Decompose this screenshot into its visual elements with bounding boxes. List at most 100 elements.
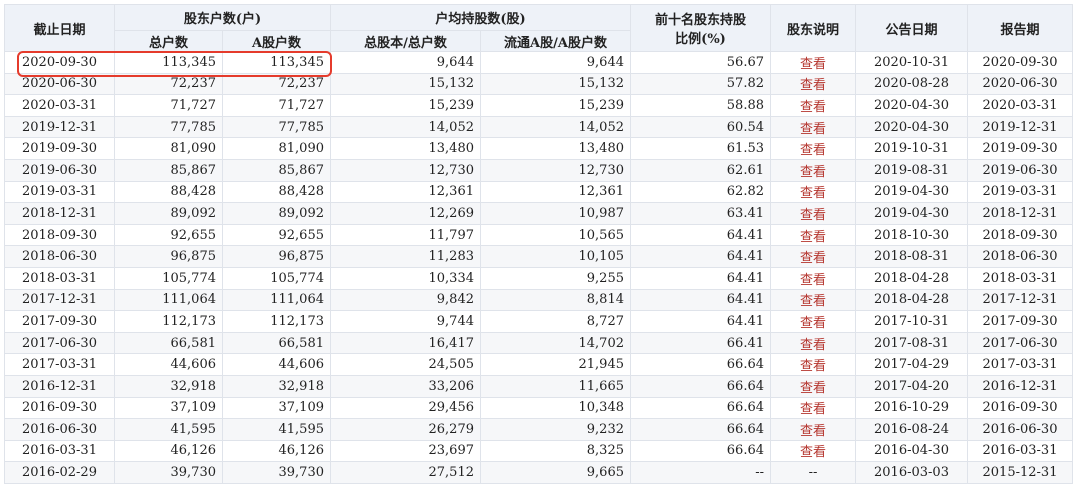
cell-holder-note-link[interactable]: 查看 xyxy=(770,158,856,182)
cell-avg-float-shares: 9,644 xyxy=(480,51,631,74)
cell-top10-ratio: 62.82 xyxy=(630,180,771,204)
cell-announce-date: 2020-10-31 xyxy=(855,51,968,74)
cell-holder-note-link[interactable]: 查看 xyxy=(770,137,856,160)
cell-avg-float-shares: 15,239 xyxy=(480,94,631,117)
table-row: 2016-02-29 39,730 39,730 27,512 9,665 -- -- 201… xyxy=(4,461,1073,484)
cell-end-date: 2017-09-30 xyxy=(4,310,115,333)
cell-top10-ratio: 56.67 xyxy=(630,51,771,74)
cell-announce-date: 2018-10-30 xyxy=(855,223,968,247)
table-row: 2016-03-31 46,126 46,126 23,697 8,325 66.64 查看… xyxy=(4,439,1073,463)
cell-announce-date: 2019-04-30 xyxy=(855,202,968,225)
cell-report-period: 2019-06-30 xyxy=(967,158,1073,182)
cell-holder-note-link[interactable]: 查看 xyxy=(770,310,856,333)
cell-top10-ratio: 58.88 xyxy=(630,94,771,117)
table-row: 2017-03-31 44,606 44,606 24,505 21,945 66.64 查… xyxy=(4,353,1073,376)
cell-a-share-holders: 32,918 xyxy=(222,374,331,398)
cell-holder-note-link[interactable]: 查看 xyxy=(770,223,856,247)
cell-holder-note-link[interactable]: 查看 xyxy=(770,72,856,96)
cell-announce-date: 2018-08-31 xyxy=(855,245,968,268)
cell-top10-ratio: 60.54 xyxy=(630,115,771,139)
cell-top10-ratio: 66.64 xyxy=(630,418,771,441)
cell-holder-note-link[interactable]: 查看 xyxy=(770,418,856,441)
cell-a-share-holders: 72,237 xyxy=(222,72,331,96)
cell-a-share-holders: 77,785 xyxy=(222,115,331,139)
cell-a-share-holders: 112,173 xyxy=(222,310,331,333)
table-row: 2020-06-30 72,237 72,237 15,132 15,132 57.82 查… xyxy=(4,72,1073,96)
cell-holder-note-link[interactable]: 查看 xyxy=(770,245,856,268)
cell-holder-note-link: -- xyxy=(770,461,856,484)
header-announce-date: 公告日期 xyxy=(855,4,968,52)
cell-avg-float-shares: 10,987 xyxy=(480,202,631,225)
header-end-date: 截止日期 xyxy=(4,4,115,52)
cell-end-date: 2016-09-30 xyxy=(4,396,115,420)
cell-top10-ratio: 66.64 xyxy=(630,353,771,376)
cell-announce-date: 2017-04-29 xyxy=(855,353,968,376)
table-row: 2017-06-30 66,581 66,581 16,417 14,702 66.41 查… xyxy=(4,331,1073,355)
cell-total-holders: 111,064 xyxy=(114,288,223,312)
cell-holder-note-link[interactable]: 查看 xyxy=(770,94,856,117)
cell-avg-total-shares: 10,334 xyxy=(330,266,481,290)
cell-announce-date: 2016-03-03 xyxy=(855,461,968,484)
cell-top10-ratio: 64.41 xyxy=(630,288,771,312)
cell-total-holders: 77,785 xyxy=(114,115,223,139)
cell-avg-total-shares: 9,744 xyxy=(330,310,481,333)
cell-top10-ratio: -- xyxy=(630,461,771,484)
cell-holder-note-link[interactable]: 查看 xyxy=(770,51,856,74)
header-total-holders: 总户数 xyxy=(114,30,223,52)
cell-report-period: 2019-03-31 xyxy=(967,180,1073,204)
cell-holder-note-link[interactable]: 查看 xyxy=(770,288,856,312)
cell-holder-note-link[interactable]: 查看 xyxy=(770,331,856,355)
cell-avg-total-shares: 29,456 xyxy=(330,396,481,420)
table-row: 2018-06-30 96,875 96,875 11,283 10,105 64.41 查… xyxy=(4,245,1073,268)
shareholder-table-container: 截止日期 股东户数(户) 户均持股数(股) 前十名股东持股 比例(%) 股东说明… xyxy=(4,4,1073,484)
cell-avg-total-shares: 15,239 xyxy=(330,94,481,117)
header-top10-ratio: 前十名股东持股 比例(%) xyxy=(630,4,771,52)
cell-holder-note-link[interactable]: 查看 xyxy=(770,396,856,420)
cell-report-period: 2017-12-31 xyxy=(967,288,1073,312)
cell-top10-ratio: 66.64 xyxy=(630,374,771,398)
cell-holder-note-link[interactable]: 查看 xyxy=(770,266,856,290)
cell-top10-ratio: 64.41 xyxy=(630,223,771,247)
cell-end-date: 2017-06-30 xyxy=(4,331,115,355)
cell-announce-date: 2018-04-28 xyxy=(855,288,968,312)
cell-end-date: 2019-06-30 xyxy=(4,158,115,182)
cell-holder-note-link[interactable]: 查看 xyxy=(770,374,856,398)
cell-total-holders: 41,595 xyxy=(114,418,223,441)
cell-end-date: 2016-02-29 xyxy=(4,461,115,484)
header-report-period: 报告期 xyxy=(967,4,1073,52)
cell-total-holders: 66,581 xyxy=(114,331,223,355)
cell-end-date: 2018-03-31 xyxy=(4,266,115,290)
cell-top10-ratio: 62.61 xyxy=(630,158,771,182)
cell-holder-note-link[interactable]: 查看 xyxy=(770,353,856,376)
cell-avg-float-shares: 9,232 xyxy=(480,418,631,441)
cell-avg-float-shares: 8,325 xyxy=(480,439,631,463)
cell-total-holders: 46,126 xyxy=(114,439,223,463)
cell-end-date: 2019-12-31 xyxy=(4,115,115,139)
cell-holder-note-link[interactable]: 查看 xyxy=(770,180,856,204)
cell-end-date: 2020-06-30 xyxy=(4,72,115,96)
cell-avg-total-shares: 13,480 xyxy=(330,137,481,160)
cell-total-holders: 37,109 xyxy=(114,396,223,420)
cell-report-period: 2016-09-30 xyxy=(967,396,1073,420)
cell-avg-float-shares: 8,727 xyxy=(480,310,631,333)
cell-avg-float-shares: 9,255 xyxy=(480,266,631,290)
cell-top10-ratio: 63.41 xyxy=(630,202,771,225)
cell-a-share-holders: 81,090 xyxy=(222,137,331,160)
table-row: 2018-03-31 105,774 105,774 10,334 9,255 64.41… xyxy=(4,266,1073,290)
cell-report-period: 2017-03-31 xyxy=(967,353,1073,376)
cell-holder-note-link[interactable]: 查看 xyxy=(770,202,856,225)
cell-holder-note-link[interactable]: 查看 xyxy=(770,439,856,463)
cell-holder-note-link[interactable]: 查看 xyxy=(770,115,856,139)
shareholder-count-table: 截止日期 股东户数(户) 户均持股数(股) 前十名股东持股 比例(%) 股东说明… xyxy=(4,4,1073,484)
cell-total-holders: 81,090 xyxy=(114,137,223,160)
cell-top10-ratio: 64.41 xyxy=(630,266,771,290)
cell-top10-ratio: 66.64 xyxy=(630,396,771,420)
cell-announce-date: 2019-08-31 xyxy=(855,158,968,182)
cell-top10-ratio: 66.41 xyxy=(630,331,771,355)
cell-avg-float-shares: 15,132 xyxy=(480,72,631,96)
table-row: 2019-09-30 81,090 81,090 13,480 13,480 61.53 查… xyxy=(4,137,1073,160)
cell-report-period: 2015-12-31 xyxy=(967,461,1073,484)
cell-announce-date: 2018-04-28 xyxy=(855,266,968,290)
cell-report-period: 2018-09-30 xyxy=(967,223,1073,247)
cell-avg-total-shares: 26,279 xyxy=(330,418,481,441)
